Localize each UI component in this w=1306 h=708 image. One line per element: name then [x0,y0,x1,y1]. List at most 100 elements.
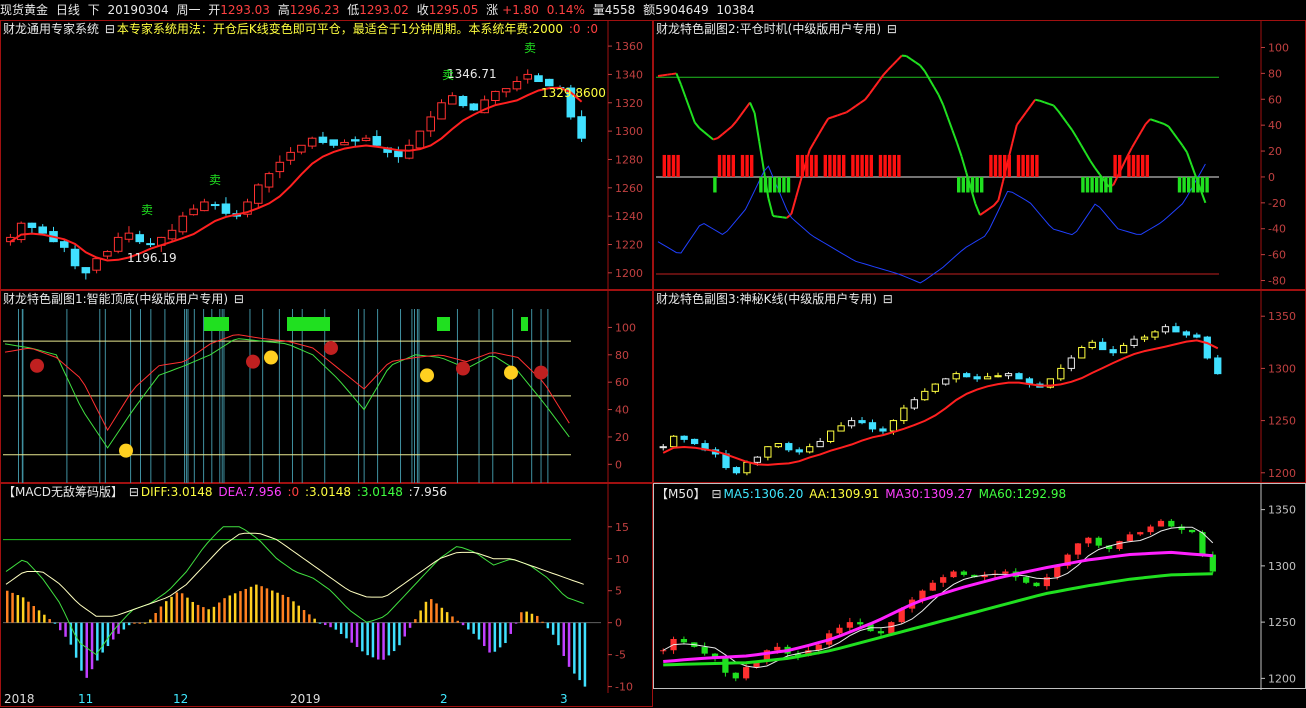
sub3-chart-svg[interactable]: 1350130012501200 [654,291,1306,484]
signal-bar-down [1192,177,1195,193]
macd-chart-svg[interactable]: 151050-5-10 [1,484,654,708]
collapse-icon[interactable]: ⊟ [887,22,897,36]
sell-signal: 卖 [209,173,221,187]
candle-body [276,162,284,171]
oscillator-line [860,100,865,103]
macd-bar [197,605,200,623]
ma-chart-svg[interactable]: 1350130012501200 [654,484,1306,690]
candle-body [1194,335,1200,337]
volume-label: 量 [593,3,605,17]
collapse-icon[interactable]: ⊟ [711,487,721,501]
candle-body [995,376,1001,377]
sub2-title[interactable]: 财龙特色副图2:平仓时机(中级版用户专用) [656,22,881,36]
oscillator-line [695,123,700,129]
main-title[interactable]: 财龙通用专家系统 [3,22,99,36]
ma-title[interactable]: 【M50】 [656,487,706,501]
candle-body [352,140,360,141]
candle-body [974,377,980,379]
macd-bar [266,588,269,622]
signal-bar-down [957,177,960,193]
macd-bar [271,591,274,623]
oscillator-line [1141,124,1146,132]
oscillator-line [814,134,819,142]
change-label: 涨 [486,3,498,17]
y-axis-tick-label: 1300 [1268,362,1296,375]
macd-bar [398,623,401,646]
signal-bar-up [732,155,735,177]
sub1-chart-svg[interactable]: 100806040200 [1,291,654,484]
oscillator-line [883,70,888,75]
oscillator-line [920,65,925,71]
macd-bar [377,623,380,660]
macd-bar [107,623,110,646]
oscillator-line [985,209,990,212]
oscillator-line [1173,133,1178,139]
signal-bar-up [1127,155,1130,177]
oscillator-line [934,87,939,95]
oscillator-line [1067,124,1072,130]
candle-body [298,145,306,152]
signal-bar-up [672,155,675,177]
y-axis-tick-label: 10 [615,553,629,566]
candle-body [817,441,823,446]
signal-bar-up [1141,155,1144,177]
low-label: 低 [347,3,359,17]
macd-bar [451,616,454,622]
x-tick: 11 [78,692,93,706]
sub3-panel[interactable]: 1350130012501200 财龙特色副图3:神秘K线(中级版用户专用) ⊟ [653,290,1306,483]
sub1-title[interactable]: 财龙特色副图1:智能顶底(中级版用户专用) [3,292,228,306]
candle-body [930,583,936,591]
candle-body [786,444,792,450]
oscillator-line [1150,119,1155,121]
signal-bar-up [837,155,840,177]
candle-body [1189,530,1195,532]
close-value: 1295.05 [429,3,479,17]
candle-body [943,379,949,384]
macd-bar [245,589,248,623]
macd-bar [27,602,30,623]
close-label: 收 [417,3,429,17]
collapse-icon[interactable]: ⊟ [883,292,893,306]
oscillator-line [699,128,704,132]
macd-bar [525,612,528,623]
macd-title[interactable]: 【MACD无敌筹码版】 [3,485,123,499]
sub1-panel[interactable]: 100806040200 财龙特色副图1:智能顶底(中级版用户专用) ⊟ [0,290,653,483]
oscillator-line [847,109,852,112]
main-desc: 本专家系统用法：开仓后K线变色即可平仓，最适合于1分钟周期。本系统年费:2000 [117,22,563,36]
candle-body [93,259,101,271]
ma-panel[interactable]: 1350130012501200 【M50】 ⊟MA5:1306.20 AA:1… [653,483,1306,689]
oscillator-line [897,56,902,61]
sub2-chart-svg[interactable]: 100806040200-20-40-60-80 [654,21,1306,291]
y-axis-tick-label: -5 [615,649,626,662]
macd-v3: :7.956 [409,485,447,499]
candle-body [136,235,144,242]
candle-body [961,572,967,575]
main-chart-svg[interactable]: 1360134013201300128012601240122012001346… [1,21,654,291]
candle-body [1173,327,1179,332]
collapse-icon[interactable]: ⊟ [129,485,139,499]
collapse-icon[interactable]: ⊟ [234,292,244,306]
period-label[interactable]: 日线 [56,3,80,17]
collapse-icon[interactable]: ⊟ [105,22,115,36]
symbol-name[interactable]: 现货黄金 [0,3,48,17]
candle-body [733,673,739,679]
candle-body [502,89,510,92]
sub3-title[interactable]: 财龙特色副图3:神秘K线(中级版用户专用) [656,292,877,306]
macd-bar [250,587,253,623]
blue-line [658,164,1205,283]
signal-bar-up [870,155,873,177]
oscillator-line [1012,125,1017,143]
signal-bar-down [1182,177,1185,193]
sub2-panel[interactable]: 100806040200-20-40-60-80 财龙特色副图2:平仓时机(中级… [653,20,1306,290]
candle-body [1005,374,1011,376]
candle-body [878,631,884,633]
y-axis-tick-label: 80 [615,349,629,362]
candle-body [125,233,133,239]
macd-panel[interactable]: 151050-5-10 【MACD无敌筹码版】 ⊟DIFF:3.0148 DEA… [0,483,653,707]
change-value: +1.80 [502,3,539,17]
candle-body [287,152,295,160]
macd-bar [329,623,332,628]
main-chart-panel[interactable]: 1360134013201300128012601240122012001346… [0,20,653,290]
oscillator-line [736,115,741,121]
macd-bar [229,595,232,622]
